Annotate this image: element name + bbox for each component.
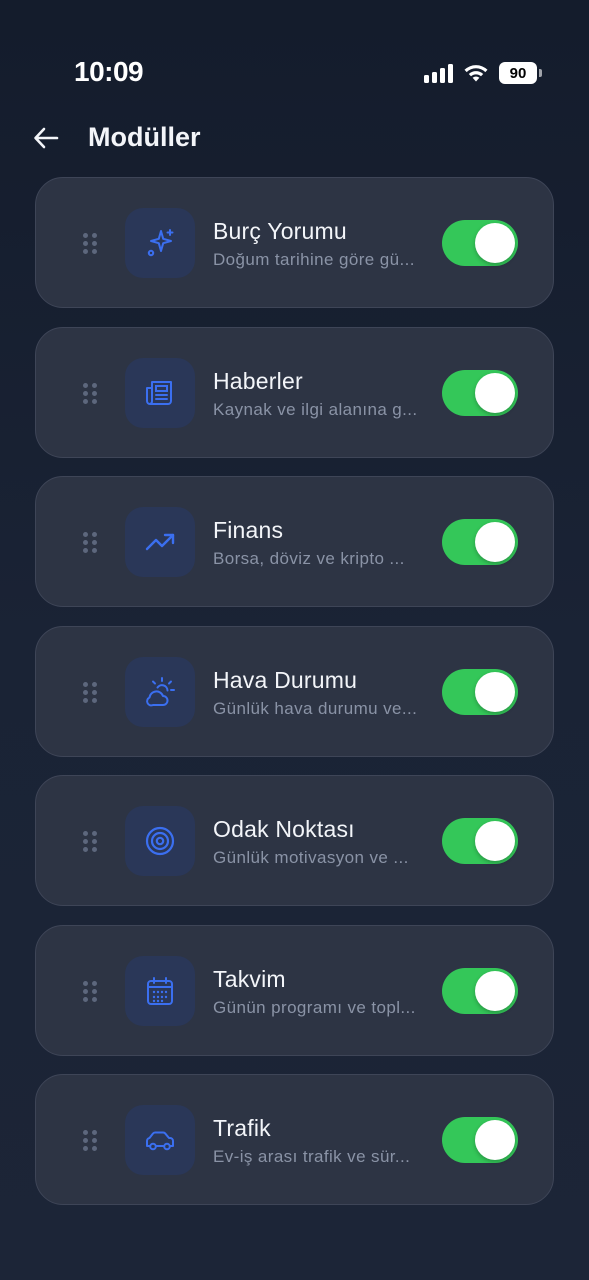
- modules-screen: 10:09 90 Modüller Burç Yorumu Doğum tari…: [0, 0, 589, 1280]
- module-description: Ev-iş arası trafik ve sür...: [213, 1147, 411, 1166]
- module-description: Günlük motivasyon ve ...: [213, 848, 409, 867]
- module-description: Borsa, döviz ve kripto ...: [213, 549, 405, 568]
- module-icon-tile: [125, 656, 195, 727]
- status-bar: 10:09 90: [0, 0, 589, 110]
- module-toggle[interactable]: [442, 967, 518, 1014]
- module-toggle[interactable]: [442, 818, 518, 864]
- module-icon-tile: [125, 357, 195, 428]
- module-title: Haberler: [213, 367, 303, 394]
- module-title: Hava Durumu: [213, 666, 358, 693]
- sparkles-icon: [147, 229, 174, 257]
- page-title: Modüller: [88, 122, 201, 152]
- toggle-knob: [475, 372, 515, 413]
- car-icon: [146, 1131, 174, 1151]
- module-title: Burç Yorumu: [213, 218, 347, 244]
- module-icon-tile: [125, 208, 195, 278]
- drag-handle-icon[interactable]: [83, 532, 97, 554]
- drag-handle-icon[interactable]: [83, 681, 97, 704]
- cellular-signal-icon: [424, 63, 453, 83]
- module-icon-tile: [125, 955, 195, 1026]
- header: Modüller: [0, 112, 589, 164]
- newspaper-icon: [146, 380, 172, 405]
- module-title: Odak Noktası: [213, 816, 355, 842]
- module-icon-tile: [125, 806, 195, 876]
- drag-handle-icon[interactable]: [83, 1130, 97, 1152]
- module-title: Takvim: [213, 965, 286, 992]
- drag-handle-icon[interactable]: [83, 233, 97, 255]
- calendar-icon: [147, 976, 173, 1005]
- toggle-knob: [475, 821, 515, 861]
- module-card-odak-noktasi[interactable]: Odak Noktası Günlük motivasyon ve ...: [35, 775, 554, 906]
- module-description: Günlük hava durumu ve...: [213, 698, 418, 718]
- toggle-knob: [475, 970, 515, 1011]
- status-time: 10:09: [74, 56, 144, 87]
- module-toggle[interactable]: [442, 668, 518, 715]
- module-card-burc-yorumu[interactable]: Burç Yorumu Doğum tarihine göre gü...: [35, 177, 554, 308]
- module-description: Günün programı ve topl...: [213, 997, 416, 1017]
- module-title: Trafik: [213, 1115, 271, 1141]
- module-card-haberler[interactable]: Haberler Kaynak ve ilgi alanına g...: [35, 326, 554, 458]
- battery-icon: 90: [499, 62, 542, 84]
- toggle-knob: [475, 1120, 515, 1160]
- module-icon-tile: [125, 507, 195, 577]
- module-card-takvim[interactable]: Takvim Günün programı ve topl...: [35, 924, 554, 1056]
- module-icon-tile: [125, 1105, 195, 1175]
- wifi-icon: [464, 65, 488, 82]
- module-card-finans[interactable]: Finans Borsa, döviz ve kripto ...: [35, 476, 554, 607]
- drag-handle-icon[interactable]: [83, 831, 97, 853]
- trending-up-icon: [145, 533, 175, 551]
- toggle-knob: [475, 223, 515, 263]
- module-card-hava-durumu[interactable]: Hava Durumu Günlük hava durumu ve...: [35, 625, 554, 757]
- module-toggle[interactable]: [442, 1117, 518, 1163]
- drag-handle-icon[interactable]: [83, 382, 97, 405]
- toggle-knob: [475, 522, 515, 562]
- module-card-trafik[interactable]: Trafik Ev-iş arası trafik ve sür...: [35, 1074, 554, 1205]
- status-icons: 90: [424, 60, 542, 86]
- module-toggle[interactable]: [442, 220, 518, 266]
- toggle-knob: [475, 671, 515, 712]
- module-toggle[interactable]: [442, 369, 518, 416]
- drag-handle-icon[interactable]: [83, 980, 97, 1003]
- target-icon: [145, 826, 175, 856]
- module-description: Kaynak ve ilgi alanına g...: [213, 399, 418, 419]
- back-button[interactable]: [30, 124, 62, 152]
- module-title: Finans: [213, 517, 284, 543]
- cloud-sun-icon: [146, 676, 175, 706]
- arrow-left-icon: [34, 127, 59, 149]
- module-toggle[interactable]: [442, 519, 518, 565]
- module-list: Burç Yorumu Doğum tarihine göre gü... Ha…: [35, 177, 554, 1224]
- module-description: Doğum tarihine göre gü...: [213, 250, 415, 269]
